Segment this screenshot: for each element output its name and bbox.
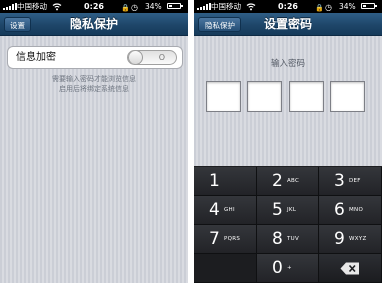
page-title: 设置密码 xyxy=(263,17,312,31)
key-0[interactable]: 0 + xyxy=(257,254,319,283)
password-prompt: 输入密码 xyxy=(270,59,305,69)
key-digit: 1 xyxy=(209,171,220,191)
status-bar: 中国移动 0:26 🔒 ◷ 34% xyxy=(0,0,188,13)
key-digit: 3 xyxy=(334,171,345,191)
key-3[interactable]: 3 DEF xyxy=(319,167,382,196)
key-letters: MNO xyxy=(349,207,364,213)
numeric-keypad: 1 2 ABC 3 DEF 4 GHI 5 JKL 6 MNO 7 PQRS 8 TUV 9 WXYZ 0 + xyxy=(194,166,382,283)
key-letters: GHI xyxy=(224,207,235,213)
key-5[interactable]: 5 JKL xyxy=(257,196,319,225)
password-digit-box[interactable] xyxy=(289,81,324,112)
key-1[interactable]: 1 xyxy=(194,167,257,196)
key-6[interactable]: 6 MNO xyxy=(319,196,382,225)
key-letters: WXYZ xyxy=(349,236,367,242)
key-digit: 5 xyxy=(272,200,283,220)
key-2[interactable]: 2 ABC xyxy=(257,167,319,196)
key-8[interactable]: 8 TUV xyxy=(257,225,319,254)
battery-percentage: 34% xyxy=(145,2,162,11)
key-digit: 6 xyxy=(334,200,345,220)
key-letters: PQRS xyxy=(224,236,241,242)
password-digit-box[interactable] xyxy=(206,81,241,112)
key-digit: 4 xyxy=(209,200,220,220)
key-4[interactable]: 4 GHI xyxy=(194,196,257,225)
key-digit: 7 xyxy=(209,229,220,249)
key-digit: 0 xyxy=(272,258,283,278)
battery-icon xyxy=(361,3,377,9)
key-letters: DEF xyxy=(349,178,361,184)
password-digit-box[interactable] xyxy=(247,81,282,112)
encryption-toggle[interactable]: O xyxy=(127,50,177,65)
privacy-protection-screen: 中国移动 0:26 🔒 ◷ 34% 设置 隐私保护 信息加密 O 需要输入密码才… xyxy=(0,0,188,283)
key-9[interactable]: 9 WXYZ xyxy=(319,225,382,254)
toggle-off-text: O xyxy=(158,53,165,62)
key-digit: 8 xyxy=(272,229,283,249)
battery-percentage: 34% xyxy=(339,2,356,11)
battery-icon xyxy=(167,3,183,9)
key-letters: + xyxy=(287,265,292,271)
encryption-setting-row: 信息加密 O xyxy=(7,46,183,69)
toggle-knob xyxy=(128,51,143,64)
set-password-screen: 中国移动 0:26 🔒 ◷ 34% 隐私保护 设置密码 输入密码 1 2 ABC 3 D… xyxy=(194,0,382,283)
key-letters: JKL xyxy=(287,207,297,213)
navigation-bar: 设置 隐私保护 xyxy=(0,13,188,36)
key-letters: ABC xyxy=(287,178,300,184)
key-digit: 2 xyxy=(272,171,283,191)
delete-key[interactable] xyxy=(319,254,382,283)
password-digit-box[interactable] xyxy=(330,81,365,112)
page-title: 隐私保护 xyxy=(69,17,118,31)
hint-line-1: 需要输入密码才能浏览信息 xyxy=(52,75,136,83)
settings-content: 信息加密 O 需要输入密码才能浏览信息 启用后将绑定系统信息 xyxy=(0,36,188,283)
hint-line-2: 启用后将绑定系统信息 xyxy=(59,85,129,93)
key-digit: 9 xyxy=(334,229,345,249)
encryption-label: 信息加密 xyxy=(16,52,56,63)
blank-key xyxy=(194,254,257,283)
key-letters: TUV xyxy=(287,236,300,242)
navigation-bar: 隐私保护 设置密码 xyxy=(194,13,382,36)
backspace-icon xyxy=(340,262,359,275)
key-7[interactable]: 7 PQRS xyxy=(194,225,257,254)
status-bar: 中国移动 0:26 🔒 ◷ 34% xyxy=(194,0,382,13)
